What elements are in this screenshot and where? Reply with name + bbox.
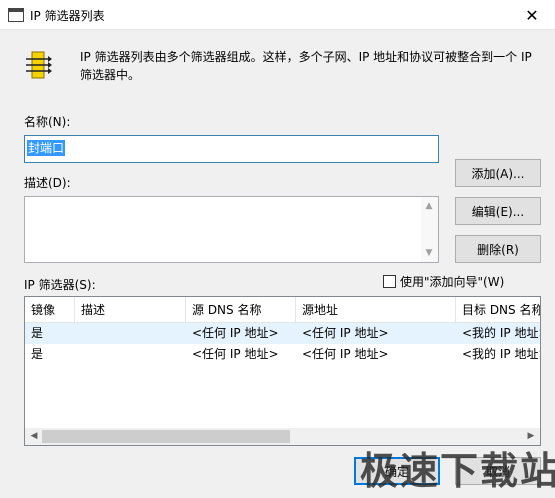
name-input[interactable]: 封端口 [24,135,439,163]
table-row[interactable]: 是 <任何 IP 地址> <任何 IP 地址> <我的 IP 地址> [25,323,541,344]
window-title: IP 筛选器列表 [30,9,105,23]
column-header[interactable]: 镜像 [25,297,75,323]
column-header[interactable]: 目标 DNS 名称 [456,297,540,323]
table-cell: 是 [31,347,44,361]
table-cell: 是 [31,326,44,340]
scrollbar-thumb[interactable] [42,430,290,443]
table-cell [75,323,186,344]
column-header[interactable]: 描述 [75,297,186,323]
filters-list[interactable]: 镜像 描述 源 DNS 名称 源地址 目标 DNS 名称 是 <任何 IP 地址… [24,296,541,446]
list-header: 镜像 描述 源 DNS 名称 源地址 目标 DNS 名称 [25,297,540,323]
description-label: 描述(D): [24,176,71,190]
intro-text: IP 筛选器列表由多个筛选器组成。这样，多个子网、IP 地址和协议可被整合到一个… [80,50,532,82]
table-cell: <任何 IP 地址> [302,326,389,340]
column-header[interactable]: 源地址 [296,297,456,323]
table-cell: <任何 IP 地址> [192,347,279,361]
name-value: 封端口 [27,140,66,156]
filters-label: IP 筛选器(S): [24,278,96,292]
table-row[interactable]: 是 <任何 IP 地址> <任何 IP 地址> <我的 IP 地址> [25,344,541,365]
wizard-checkbox-row[interactable]: 使用"添加向导"(W) [383,273,504,290]
wizard-checkbox[interactable] [383,275,396,288]
scroll-up-icon[interactable]: ▲ [425,202,433,211]
column-header[interactable]: 源 DNS 名称 [186,297,296,323]
window-icon [8,8,24,22]
name-label: 名称(N): [24,115,71,129]
edit-button[interactable]: 编辑(E)... [455,197,541,225]
watermark-logo: 极速下载站 [360,449,555,493]
delete-button[interactable]: 删除(R) [455,235,541,263]
table-cell [75,344,186,365]
scroll-down-icon[interactable]: ▼ [425,249,433,258]
scroll-left-icon[interactable]: ◀ [27,430,41,443]
add-button[interactable]: 添加(A)... [455,159,541,187]
table-cell: <我的 IP 地址> [462,326,541,340]
filter-list-icon [26,51,52,79]
table-cell: <任何 IP 地址> [192,326,279,340]
description-input[interactable]: ▲ ▼ [24,196,439,263]
close-icon: ✕ [525,5,539,25]
close-button[interactable]: ✕ [509,0,555,30]
wizard-checkbox-label: 使用"添加向导"(W) [400,275,505,289]
title-bar: IP 筛选器列表 ✕ [0,0,555,30]
table-cell: <任何 IP 地址> [302,347,389,361]
table-cell: <我的 IP 地址> [462,347,541,361]
description-scrollbar[interactable]: ▲ ▼ [421,197,438,262]
